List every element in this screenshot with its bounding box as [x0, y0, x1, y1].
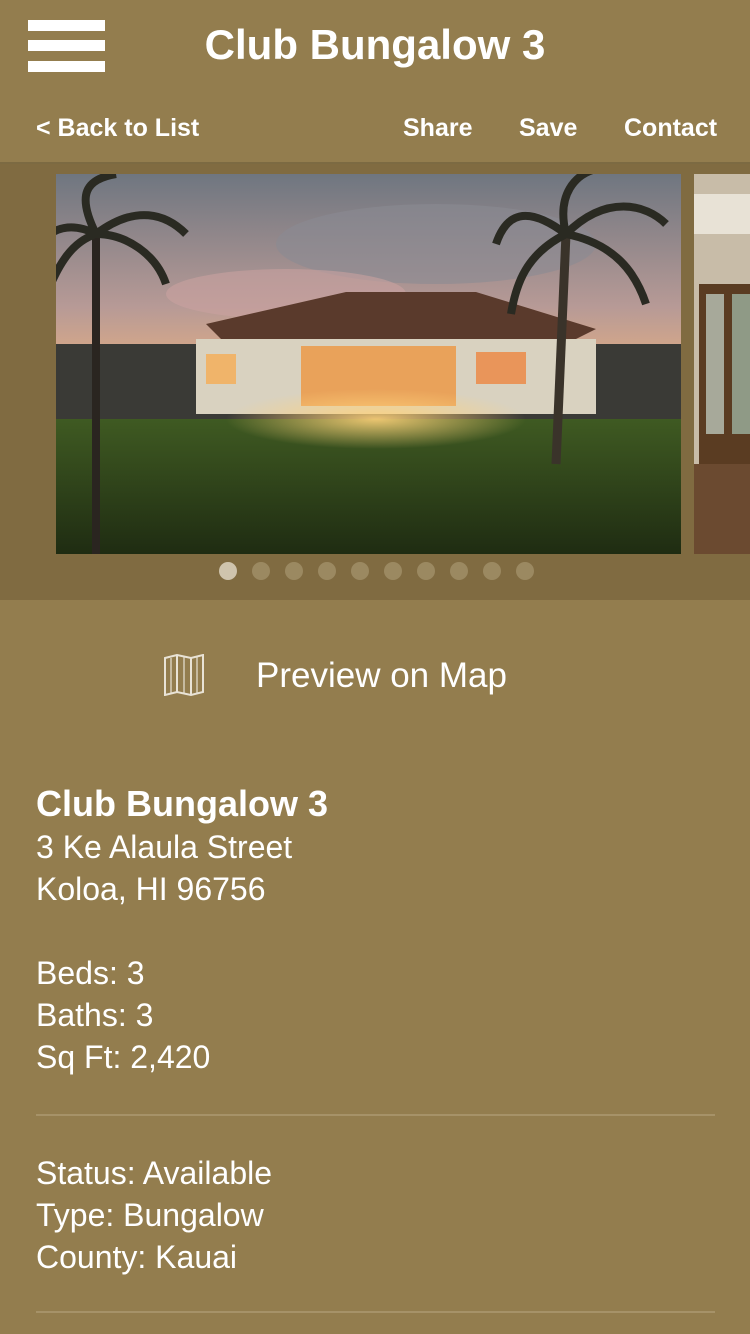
pagination-dot[interactable] — [318, 562, 336, 580]
pagination-dot[interactable] — [351, 562, 369, 580]
preview-on-map-label: Preview on Map — [256, 656, 507, 695]
contact-button[interactable]: Contact — [624, 112, 717, 144]
address-line-1: 3 Ke Alaula Street — [36, 829, 293, 865]
pagination-dot[interactable] — [516, 562, 534, 580]
gallery-photo[interactable] — [56, 174, 681, 554]
top-bar: Club Bungalow 3 — [0, 0, 750, 92]
address-line-2: Koloa, HI 96756 — [36, 871, 266, 907]
type-value: Type: Bungalow — [36, 1197, 264, 1233]
pagination-dot[interactable] — [450, 562, 468, 580]
photo-gallery[interactable] — [0, 164, 750, 600]
pagination-dot[interactable] — [483, 562, 501, 580]
carousel-pagination — [219, 562, 549, 580]
baths-value: Baths: 3 — [36, 997, 154, 1033]
section-divider — [36, 1311, 715, 1313]
map-icon — [164, 654, 204, 696]
interior-photo — [694, 174, 750, 554]
pagination-dot[interactable] — [252, 562, 270, 580]
sqft-value: Sq Ft: 2,420 — [36, 1039, 211, 1075]
gallery-photo-next[interactable] — [694, 174, 750, 554]
status-value: Status: Available — [36, 1155, 273, 1191]
section-divider — [36, 1114, 715, 1116]
back-to-list-link[interactable]: < Back to List — [36, 112, 199, 144]
bungalow-exterior-photo — [56, 174, 681, 554]
page-title: Club Bungalow 3 — [204, 21, 546, 68]
save-button[interactable]: Save — [519, 112, 577, 144]
preview-on-map-button[interactable]: Preview on Map — [0, 640, 750, 716]
action-bar: < Back to List Share Save Contact — [0, 100, 750, 162]
pagination-dot[interactable] — [219, 562, 237, 580]
property-details: Club Bungalow 3 3 Ke Alaula Street Koloa… — [36, 782, 716, 1078]
property-info: Status: Available Type: Bungalow County:… — [36, 1152, 272, 1278]
beds-value: Beds: 3 — [36, 955, 145, 991]
pagination-dot[interactable] — [384, 562, 402, 580]
property-name: Club Bungalow 3 — [36, 783, 328, 824]
pagination-dot[interactable] — [285, 562, 303, 580]
pagination-dot[interactable] — [417, 562, 435, 580]
share-button[interactable]: Share — [403, 112, 472, 144]
county-value: County: Kauai — [36, 1239, 238, 1275]
